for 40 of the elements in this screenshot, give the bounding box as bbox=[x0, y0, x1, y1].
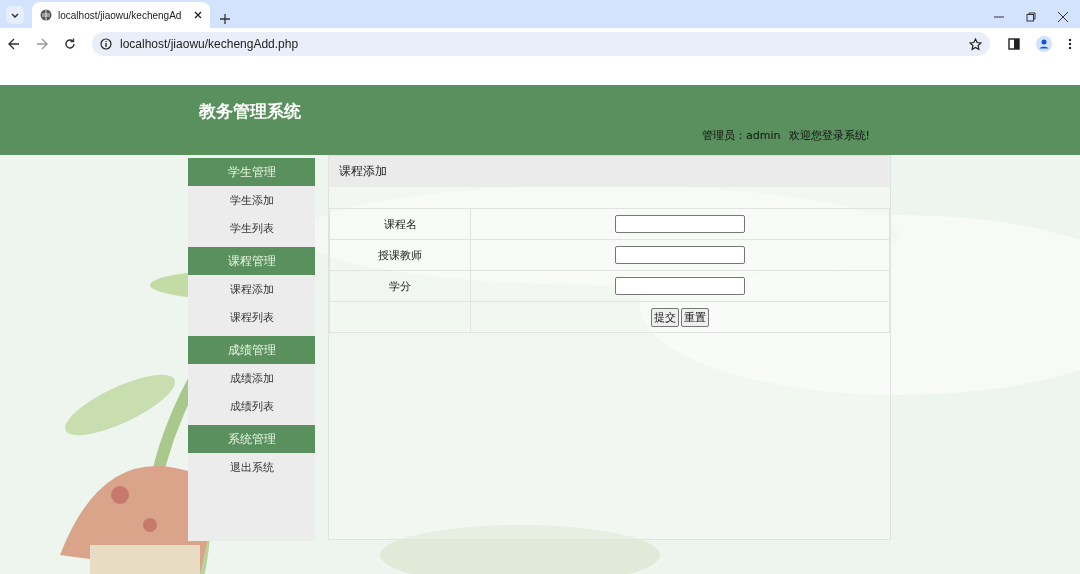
menu-item[interactable]: 课程列表 bbox=[188, 303, 315, 331]
tab-title: localhost/jiaowu/kechengAd bbox=[58, 9, 182, 21]
browser-tab[interactable]: localhost/jiaowu/kechengAd bbox=[32, 2, 210, 28]
panel-title: 课程添加 bbox=[329, 156, 890, 187]
menu-group-header[interactable]: 成绩管理 bbox=[188, 336, 315, 364]
menu-item[interactable]: 成绩添加 bbox=[188, 364, 315, 392]
info-icon[interactable] bbox=[100, 38, 112, 50]
close-icon[interactable] bbox=[194, 11, 202, 19]
site-title: 教务管理系统 bbox=[199, 99, 301, 123]
menu-item[interactable]: 课程添加 bbox=[188, 275, 315, 303]
reload-icon[interactable] bbox=[64, 38, 76, 50]
input-field[interactable] bbox=[615, 215, 745, 233]
close-icon[interactable] bbox=[1058, 12, 1068, 22]
input-field[interactable] bbox=[615, 246, 745, 264]
field-label: 授课教师 bbox=[378, 248, 422, 262]
tab-list-button[interactable] bbox=[6, 6, 24, 24]
back-icon[interactable] bbox=[8, 38, 20, 50]
restore-icon[interactable] bbox=[1026, 12, 1036, 22]
address-bar[interactable]: localhost/jiaowu/kechengAdd.php bbox=[92, 32, 990, 56]
side-panel-icon[interactable] bbox=[1008, 38, 1020, 50]
globe-icon bbox=[40, 9, 52, 21]
menu-item[interactable]: 成绩列表 bbox=[188, 392, 315, 420]
menu-icon[interactable] bbox=[1068, 38, 1072, 50]
menu-group-header[interactable]: 系统管理 bbox=[188, 425, 315, 453]
menu-group-header[interactable]: 课程管理 bbox=[188, 247, 315, 275]
user-label: 管理员：admin bbox=[702, 128, 781, 143]
forward-icon[interactable] bbox=[36, 38, 48, 50]
input-field[interactable] bbox=[615, 277, 745, 295]
menu-item[interactable]: 退出系统 bbox=[188, 453, 315, 481]
menu-group-header[interactable]: 学生管理 bbox=[188, 158, 315, 186]
new-tab-icon[interactable] bbox=[220, 14, 230, 24]
profile-icon[interactable] bbox=[1036, 36, 1052, 52]
menu-item[interactable]: 学生列表 bbox=[188, 214, 315, 242]
url-text: localhost/jiaowu/kechengAdd.php bbox=[120, 37, 299, 51]
menu-item[interactable]: 学生添加 bbox=[188, 186, 315, 214]
welcome-text: 欢迎您登录系统! bbox=[788, 128, 870, 143]
field-label: 课程名 bbox=[383, 217, 417, 231]
field-label: 学分 bbox=[389, 279, 411, 293]
star-icon[interactable] bbox=[969, 37, 982, 51]
caret-icon bbox=[11, 12, 19, 18]
